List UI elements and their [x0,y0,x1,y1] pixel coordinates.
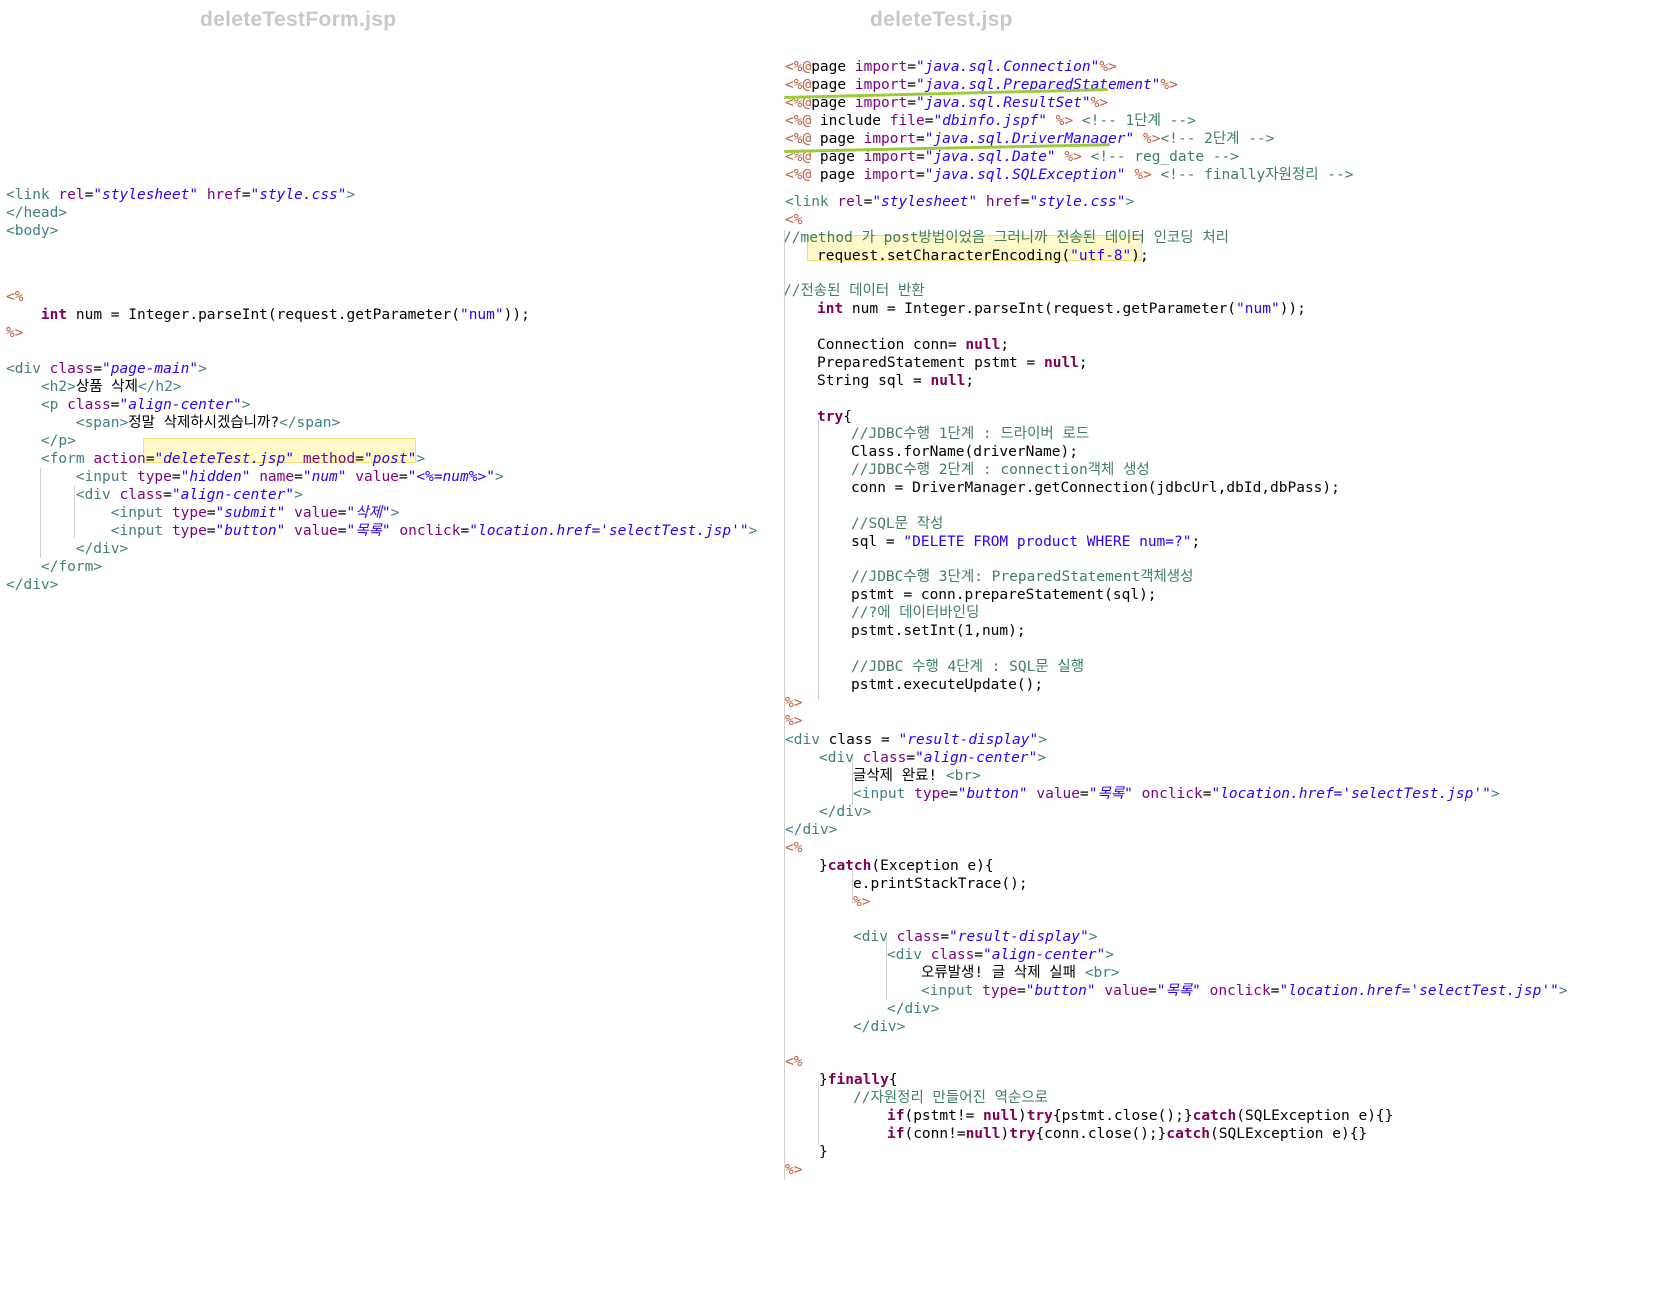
code-line: e.printStackTrace(); [853,876,1028,892]
code-line: //JDBC수행 1단계 : 드라이버 로드 [851,426,1090,442]
right-div-guide [852,758,853,806]
code-line: %> [6,325,24,341]
code-line: <%@ include file="dbinfo.jspf" %> <!-- 1… [785,113,1196,129]
code-line: </div> [785,822,838,838]
code-line: <% [785,212,803,228]
code-line: <input type="hidden" name="num" value="<… [75,469,504,485]
code-line: %> [785,713,803,729]
code-line: </head> [6,205,68,221]
code-line: //자원정리 만들어진 역순으로 [853,1090,1048,1106]
code-line: %> [785,1162,803,1178]
code-line: <% [6,289,24,305]
code-line: <div class="align-center"> [819,750,1046,766]
code-line: <% [785,1054,803,1070]
code-line: <% [785,840,803,856]
code-line: <body> [6,223,59,239]
code-line: <input type="button" value="목록" onclick=… [921,983,1568,999]
code-line: PreparedStatement pstmt = null; [817,355,1088,371]
code-line: <div class="align-center"> [75,487,303,503]
code-line: </p> [40,433,76,449]
code-line: try{ [817,409,852,425]
left-div-guide [74,486,75,538]
code-line: <p class="align-center"> [40,397,251,413]
code-line: <%@ page import="java.sql.SQLException" … [785,167,1354,183]
code-line: //JDBC수행 3단계: PreparedStatement객체생성 [851,569,1194,585]
code-line: 오류발생! 글 삭제 실패 <br> [921,965,1120,981]
code-line: <input type="button" value="목록" onclick=… [853,786,1500,802]
code-line: if(pstmt!= null)try{pstmt.close();}catch… [887,1108,1394,1124]
code-line: //?에 데이터바인딩 [851,605,980,621]
code-line: conn = DriverManager.getConnection(jdbcU… [851,480,1340,496]
code-line: </form> [40,559,103,575]
code-line: <link rel="stylesheet" href="style.css"> [785,194,1135,210]
code-line: <form action="deleteTest.jsp" method="po… [40,451,426,467]
code-line: //JDBC수행 2단계 : connection객체 생성 [851,462,1150,478]
code-line: Class.forName(driverName); [851,444,1078,460]
right-err-div-guide [886,935,887,1000]
code-line: pstmt.executeUpdate(); [851,677,1044,693]
code-line: } [819,1144,828,1160]
code-line: if(conn!=null)try{conn.close();}catch(SQ… [887,1126,1368,1142]
code-line: <%@page import="java.sql.Connection"%> [785,59,1117,75]
code-line: <h2>상품 삭제</h2> [40,379,182,395]
right-file-title: deleteTest.jsp [870,8,1013,31]
code-line: </div> [75,541,129,557]
code-line: //JDBC 수행 4단계 : SQL문 실행 [851,659,1085,675]
code-line: <div class="page-main"> [6,361,207,377]
code-line: pstmt.setInt(1,num); [851,623,1026,639]
right-catch-guide [852,863,853,903]
code-line: int num = Integer.parseInt(request.getPa… [40,307,530,323]
code-line: %> [853,894,871,910]
code-line: //method 가 post방법이었음 그러니까 전송된 데이터 인코딩 처리 [783,230,1230,246]
code-line: pstmt = conn.prepareStatement(sql); [851,587,1157,603]
code-line: request.setCharacterEncoding("utf-8"); [817,248,1149,264]
code-line: 글삭제 완료! <br> [853,768,981,784]
code-line: </div> [853,1019,906,1035]
code-line: <div class="align-center"> [887,947,1114,963]
code-line: //SQL문 작성 [851,516,944,532]
code-line: <input type="button" value="목록" onclick=… [110,523,758,539]
code-line: }catch(Exception e){ [819,858,994,874]
code-line: Connection conn= null; [817,337,1010,353]
code-line: </div> [819,804,872,820]
right-try-guide [818,420,819,700]
code-line: <input type="submit" value="삭제"> [110,505,400,521]
code-line: }finally{ [819,1072,898,1088]
code-line: %> [785,695,803,711]
code-line: </div> [6,577,59,593]
right-guide [784,230,785,1180]
code-line: <link rel="stylesheet" href="style.css"> [6,187,356,203]
code-line: <div class="result-display"> [853,929,1098,945]
code-line: //전송된 데이터 반환 [783,283,925,299]
code-line: sql = "DELETE FROM product WHERE num=?"; [851,534,1201,550]
left-file-title: deleteTestForm.jsp [200,8,397,31]
right-finally-guide [818,1080,819,1144]
code-line: </div> [887,1001,940,1017]
left-form-guide [40,468,41,558]
code-line: int num = Integer.parseInt(request.getPa… [817,301,1306,317]
code-line: <div class = "result-display"> [785,732,1047,748]
code-line: <span>정말 삭제하시겠습니까?</span> [75,415,341,431]
code-line: String sql = null; [817,373,975,389]
